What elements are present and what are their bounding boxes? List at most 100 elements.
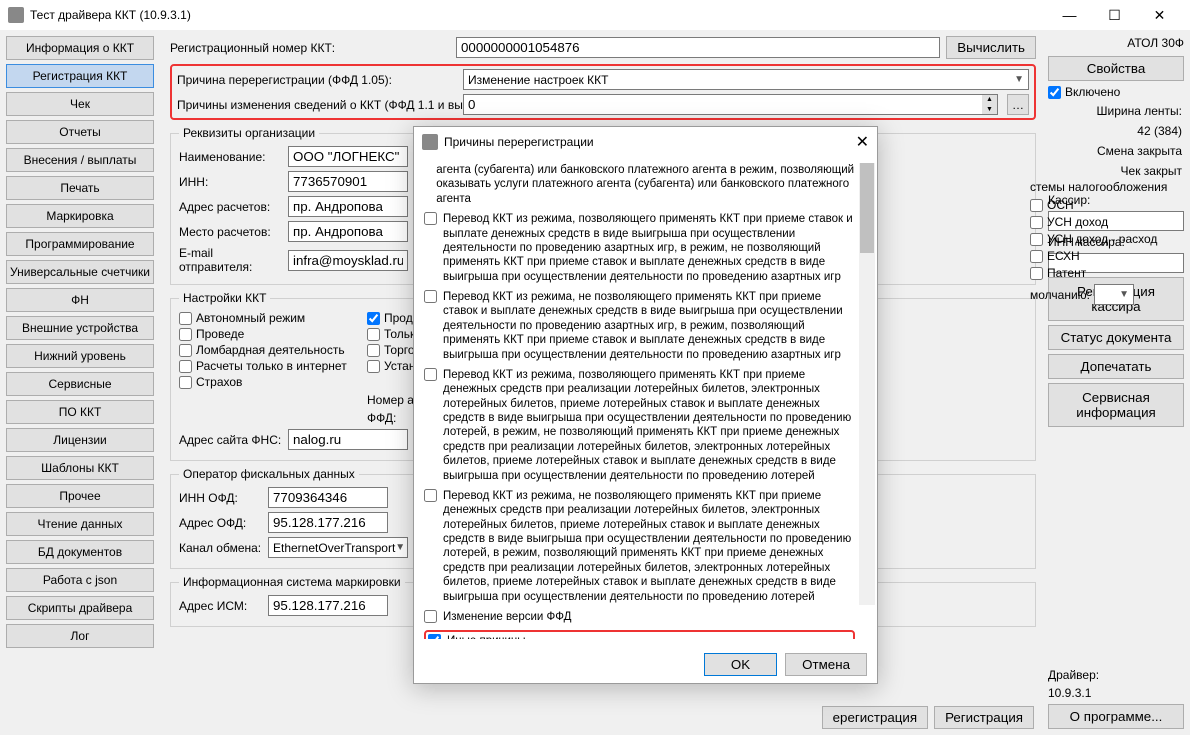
nav-скрипты-драйвера[interactable]: Скрипты драйвера: [6, 596, 154, 620]
nav-фн[interactable]: ФН: [6, 288, 154, 312]
nav-прочее[interactable]: Прочее: [6, 484, 154, 508]
ism-legend: Информационная система маркировки: [179, 575, 405, 589]
changes-reason-input[interactable]: [463, 94, 982, 115]
tax-check[interactable]: ЕСХН: [1030, 249, 1180, 263]
app-icon: [8, 7, 24, 23]
nav-шаблоны-ккт[interactable]: Шаблоны ККТ: [6, 456, 154, 480]
org-email-label: E-mail отправителя:: [179, 246, 284, 274]
kkt-fns-input[interactable]: [288, 429, 408, 450]
ism-addr-label: Адрес ИСМ:: [179, 599, 264, 613]
about-button[interactable]: О программе...: [1048, 704, 1184, 729]
nav-по-ккт[interactable]: ПО ККТ: [6, 400, 154, 424]
nav-регистрация-ккт[interactable]: Регистрация ККТ: [6, 64, 154, 88]
reprint-button[interactable]: Допечатать: [1048, 354, 1184, 379]
ofd-addr-input[interactable]: [268, 512, 388, 533]
check-status: Чек закрыт: [1048, 163, 1184, 179]
dialog-close-icon[interactable]: ✕: [839, 132, 869, 152]
org-name-input[interactable]: [288, 146, 408, 167]
nav-лицензии[interactable]: Лицензии: [6, 428, 154, 452]
org-legend: Реквизиты организации: [179, 126, 319, 140]
reg-number-input[interactable]: [456, 37, 940, 58]
changes-reason-spinner[interactable]: ▲▼: [982, 94, 998, 115]
close-button[interactable]: ✕: [1137, 0, 1182, 30]
ofd-chan-label: Канал обмена:: [179, 541, 264, 555]
org-addr-input[interactable]: [288, 196, 408, 217]
maximize-button[interactable]: ☐: [1092, 0, 1137, 30]
kkt-check[interactable]: Проведе: [179, 327, 359, 341]
nav-лог[interactable]: Лог: [6, 624, 154, 648]
dialog-icon: [422, 134, 438, 150]
enabled-checkbox[interactable]: Включено: [1048, 85, 1184, 99]
dialog-title: Причины перерегистрации: [444, 135, 839, 149]
org-inn-label: ИНН:: [179, 175, 284, 189]
org-addr-label: Адрес расчетов:: [179, 200, 284, 214]
reg-number-label: Регистрационный номер ККТ:: [170, 41, 450, 55]
nav-внесения-выплаты[interactable]: Внесения / выплаты: [6, 148, 154, 172]
tax-check[interactable]: Патент: [1030, 266, 1180, 280]
minimize-button[interactable]: —: [1047, 0, 1092, 30]
chevron-down-icon: ▼: [1119, 289, 1129, 300]
nav-программирование[interactable]: Программирование: [6, 232, 154, 256]
reason-item[interactable]: Перевод ККТ из режима, позволяющего прим…: [424, 212, 855, 284]
nav-отчеты[interactable]: Отчеты: [6, 120, 154, 144]
dialog-ok-button[interactable]: OK: [704, 653, 777, 676]
kkt-fns-label: Адрес сайта ФНС:: [179, 433, 284, 447]
changes-reason-browse-button[interactable]: …: [1007, 94, 1029, 115]
tax-default-label: молчанию:: [1030, 288, 1090, 302]
reason-item[interactable]: Перевод ККТ из режима, не позволяющего п…: [424, 489, 855, 604]
nav-информация-о-ккт[interactable]: Информация о ККТ: [6, 36, 154, 60]
nav-внешние-устройства[interactable]: Внешние устройства: [6, 316, 154, 340]
tax-check[interactable]: УСН доход - расход: [1030, 232, 1180, 246]
kkt-ffd-label: ФФД:: [367, 411, 396, 425]
dialog-scrollbar[interactable]: [859, 163, 875, 605]
tax-check[interactable]: УСН доход: [1030, 215, 1180, 229]
rereg-reason-select[interactable]: Изменение настроек ККТ ▼: [463, 69, 1029, 90]
org-name-label: Наименование:: [179, 150, 284, 164]
reason-item[interactable]: Перевод ККТ из режима, позволяющего прим…: [424, 368, 855, 483]
reason-item[interactable]: Иные причины: [424, 630, 855, 639]
ofd-addr-label: Адрес ОФД:: [179, 516, 264, 530]
nav-универсальные-счетчики[interactable]: Универсальные счетчики: [6, 260, 154, 284]
register-button[interactable]: Регистрация: [934, 706, 1034, 729]
nav-маркировка[interactable]: Маркировка: [6, 204, 154, 228]
chevron-down-icon: ▼: [1014, 74, 1024, 85]
tax-legend: стемы налогообложения: [1030, 180, 1180, 194]
nav-бд-документов[interactable]: БД документов: [6, 540, 154, 564]
ism-addr-input[interactable]: [268, 595, 388, 616]
props-button[interactable]: Свойства: [1048, 56, 1184, 81]
kkt-check[interactable]: Автономный режим: [179, 311, 359, 325]
kkt-check[interactable]: Страхов: [179, 375, 359, 389]
right-sidebar: АТОЛ 30Ф Свойства Включено Ширина ленты:…: [1042, 30, 1190, 735]
reason-item[interactable]: агента (субагента) или банковского плате…: [424, 163, 855, 206]
kkt-check[interactable]: Расчеты только в интернет: [179, 359, 359, 373]
tax-check[interactable]: ОСН: [1030, 198, 1180, 212]
nav-работа-с-json[interactable]: Работа с json: [6, 568, 154, 592]
ofd-chan-value: EthernetOverTransport: [273, 541, 395, 555]
dialog-cancel-button[interactable]: Отмена: [785, 653, 867, 676]
org-place-input[interactable]: [288, 221, 408, 242]
org-inn-input[interactable]: [288, 171, 408, 192]
nav-нижний-уровень[interactable]: Нижний уровень: [6, 344, 154, 368]
nav-печать[interactable]: Печать: [6, 176, 154, 200]
ofd-chan-select[interactable]: EthernetOverTransport▼: [268, 537, 408, 558]
highlighted-rereg-block: Причина перерегистрации (ФФД 1.05): Изме…: [170, 64, 1036, 120]
reason-item[interactable]: Перевод ККТ из режима, не позволяющего п…: [424, 290, 855, 362]
ofd-inn-input[interactable]: [268, 487, 388, 508]
tax-group: стемы налогообложения ОСН УСН доход УСН до…: [1030, 180, 1180, 305]
shift-status: Смена закрыта: [1048, 143, 1184, 159]
chevron-down-icon: ▼: [395, 542, 405, 553]
nav-чек[interactable]: Чек: [6, 92, 154, 116]
tax-default-select[interactable]: ▼: [1094, 284, 1134, 305]
bottom-buttons: ерегистрация Регистрация: [822, 706, 1034, 729]
kkt-check[interactable]: Ломбардная деятельность: [179, 343, 359, 357]
driver-version: 10.9.3.1: [1048, 686, 1184, 700]
service-info-button[interactable]: Сервисная информация: [1048, 383, 1184, 427]
org-email-input[interactable]: [288, 250, 408, 271]
nav-сервисные[interactable]: Сервисные: [6, 372, 154, 396]
calc-button[interactable]: Вычислить: [946, 36, 1036, 59]
rereg-button[interactable]: ерегистрация: [822, 706, 928, 729]
nav-чтение-данных[interactable]: Чтение данных: [6, 512, 154, 536]
doc-status-button[interactable]: Статус документа: [1048, 325, 1184, 350]
ofd-inn-label: ИНН ОФД:: [179, 491, 264, 505]
reason-item[interactable]: Изменение версии ФФД: [424, 610, 855, 624]
